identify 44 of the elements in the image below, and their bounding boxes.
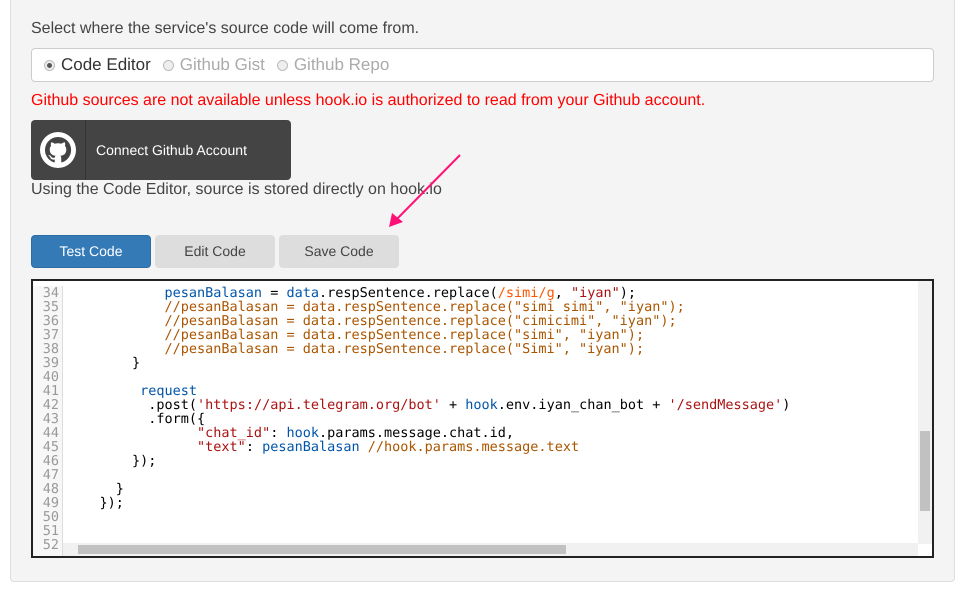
code-line: //pesanBalasan = data.respSentence.replace("simi", "iyan"); [164, 328, 644, 342]
source-radio[interactable]: Code Editor [44, 52, 151, 78]
code-line: "text": pesanBalasan //hook.params.message.text [196, 440, 580, 454]
code-line: } [131, 356, 140, 370]
line-number: 47 [42, 468, 60, 482]
line-number: 36 [42, 314, 60, 328]
horizontal-scrollbar[interactable] [63, 543, 918, 556]
code-line: }); [98, 496, 124, 510]
line-number: 40 [42, 370, 60, 384]
line-number: 48 [42, 482, 60, 496]
code-line: //pesanBalasan = data.respSentence.replace("simi simi", "iyan"); [164, 300, 685, 314]
line-number: 35 [42, 300, 60, 314]
code-line: //pesanBalasan = data.respSentence.replace("cimicimi", "iyan"); [164, 314, 677, 328]
action-button[interactable]: Edit Code [155, 235, 275, 268]
code-line: request [139, 384, 198, 398]
code-line: "chat_id": hook.params.message.chat.id, [197, 426, 514, 440]
line-number: 45 [42, 440, 60, 454]
line-number: 52 [42, 538, 60, 552]
line-number: 49 [42, 496, 60, 510]
line-number: 50 [42, 510, 60, 524]
line-number: 38 [42, 342, 60, 356]
intro-text: Select where the service's source code will come from. [31, 19, 420, 39]
code-line: //pesanBalasan = data.respSentence.replace("Simi", "iyan"); [164, 342, 644, 356]
github-logo-icon [40, 132, 76, 168]
warning-text: Github sources are not available unless hook.io is authorized to read from your Github account. [31, 91, 706, 111]
line-number: 34 [42, 286, 60, 300]
code-line: .post('https://api.telegram.org/bot' + hook.env.iyan_chan_bot + '/sendMessage') [148, 398, 790, 412]
line-number: 41 [42, 384, 60, 398]
line-number: 37 [42, 328, 60, 342]
code-line: }); [131, 454, 156, 468]
connect-github-button[interactable]: Connect Github Account [31, 120, 291, 180]
line-number: 46 [42, 454, 60, 468]
vertical-scrollbar[interactable] [918, 281, 932, 544]
code-line: .form({ [147, 412, 206, 426]
line-number: 42 [42, 398, 60, 412]
action-button[interactable]: Save Code [279, 235, 399, 268]
code-line: pesanBalasan = data.respSentence.replace(/simi/g, "iyan"); [164, 286, 636, 300]
line-number: 43 [42, 412, 60, 426]
code-editor[interactable] [31, 279, 934, 558]
line-number: 44 [42, 426, 60, 440]
line-number: 39 [42, 356, 60, 370]
action-button[interactable]: Test Code [31, 235, 151, 268]
code-line: } [116, 482, 124, 496]
line-number: 51 [42, 524, 60, 538]
